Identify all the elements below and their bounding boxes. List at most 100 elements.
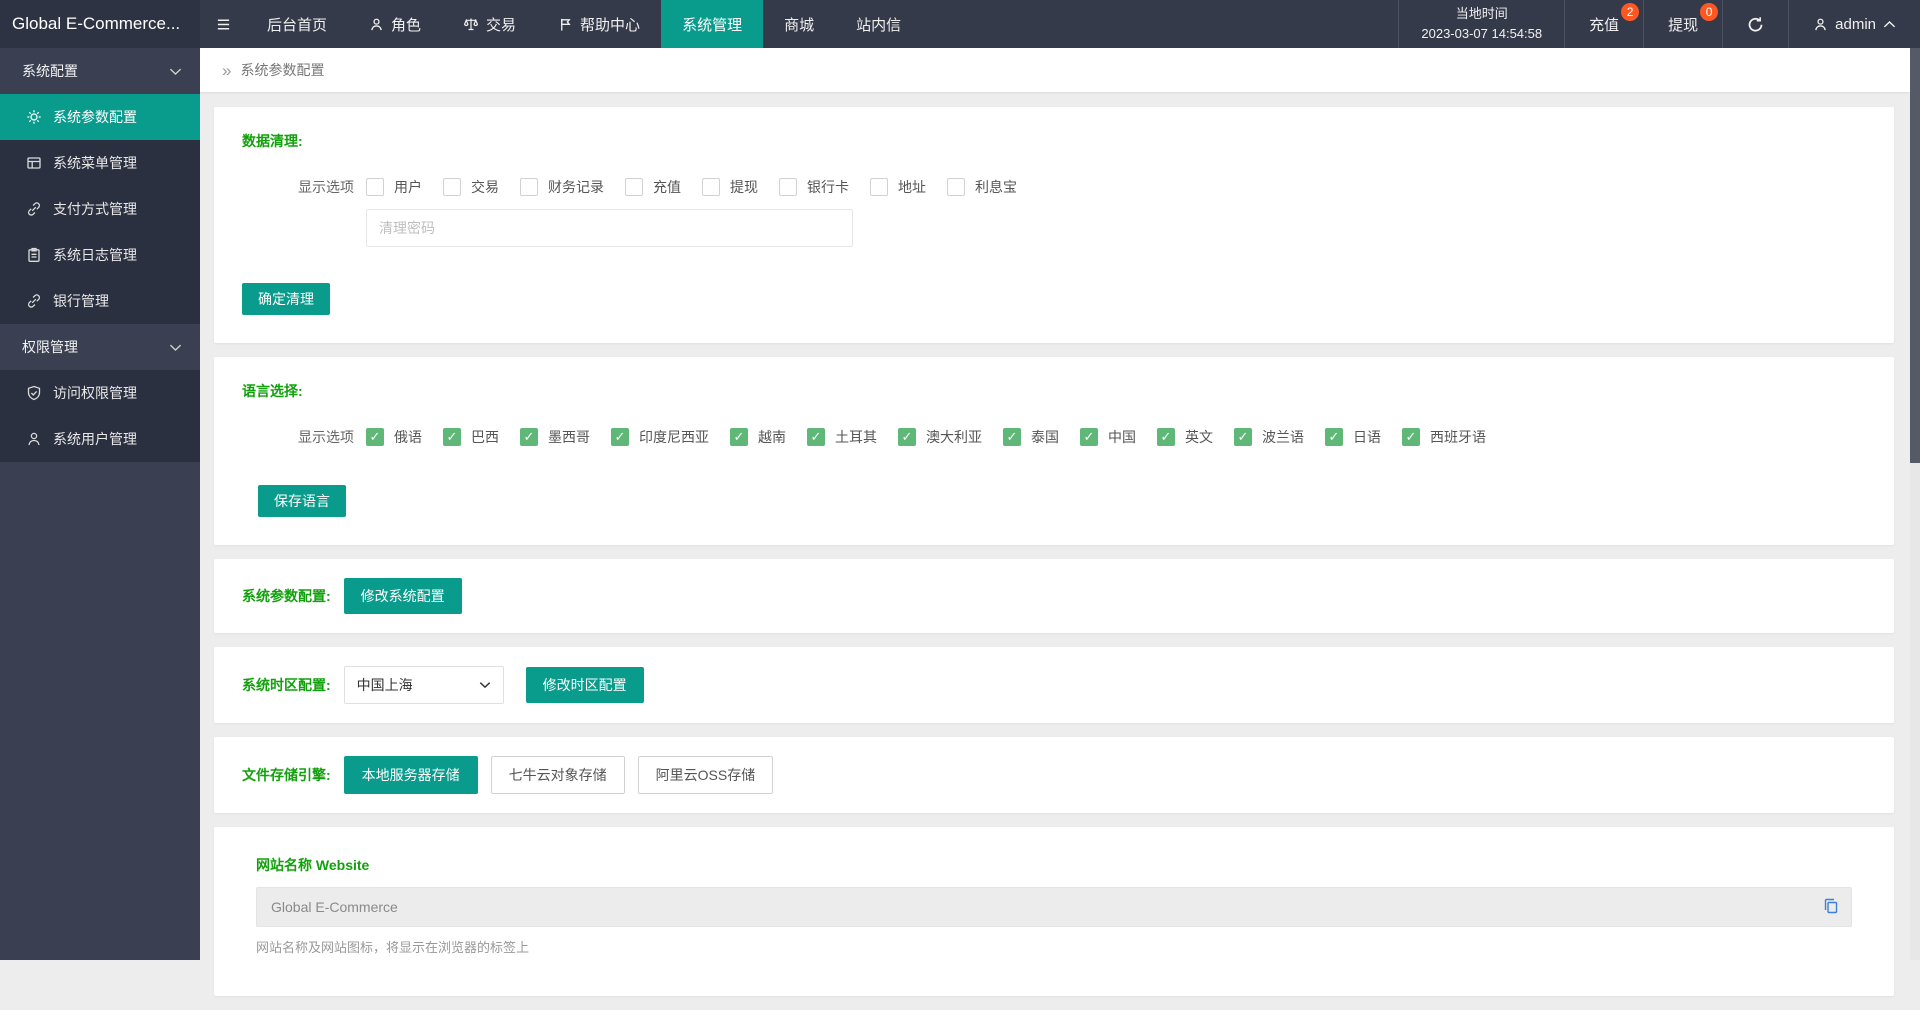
cleanup-option-address[interactable]: 地址 [870, 177, 926, 197]
card-label: 系统参数配置: [242, 586, 331, 606]
nav-label: 后台首页 [267, 14, 327, 35]
user-icon [26, 431, 42, 447]
language-option-turkey[interactable]: 土耳其 [807, 427, 877, 447]
cleanup-password-input[interactable] [366, 209, 853, 247]
modify-timezone-button[interactable]: 修改时区配置 [526, 667, 644, 703]
sidebar-item-system-param-config[interactable]: 系统参数配置 [0, 94, 200, 140]
sidebar-group-permission-management[interactable]: 权限管理 [0, 324, 200, 370]
language-option-spanish[interactable]: 西班牙语 [1402, 427, 1486, 447]
refresh-icon [1747, 16, 1764, 33]
checkbox-checked[interactable] [898, 428, 916, 446]
nav-item-mall[interactable]: 商城 [763, 0, 835, 48]
vertical-scrollbar[interactable] [1910, 48, 1920, 960]
modify-system-config-button[interactable]: 修改系统配置 [344, 578, 462, 614]
user-menu[interactable]: admin [1788, 0, 1920, 48]
checkbox-unchecked[interactable] [947, 178, 965, 196]
checkbox-unchecked[interactable] [779, 178, 797, 196]
nav-item-dashboard[interactable]: 后台首页 [246, 0, 348, 48]
sidebar-item-payment-method-management[interactable]: 支付方式管理 [0, 186, 200, 232]
language-option-indonesia[interactable]: 印度尼西亚 [611, 427, 709, 447]
withdraw-button[interactable]: 提现 0 [1643, 0, 1722, 48]
copy-button[interactable] [1822, 897, 1840, 918]
nav-label: 商城 [784, 14, 814, 35]
sidebar-item-label: 系统用户管理 [53, 429, 137, 449]
checkbox-checked[interactable] [611, 428, 629, 446]
nav-item-roles[interactable]: 角色 [348, 0, 442, 48]
checkbox-label: 墨西哥 [548, 427, 590, 447]
cleanup-option-finance-records[interactable]: 财务记录 [520, 177, 604, 197]
nav-item-transactions[interactable]: 交易 [442, 0, 537, 48]
language-select-card: 语言选择: 显示选项 俄语 巴西 墨西哥 印度尼西亚 越南 [214, 357, 1894, 545]
storage-option-local-server[interactable]: 本地服务器存储 [344, 756, 478, 794]
save-language-button[interactable]: 保存语言 [258, 485, 346, 517]
cleanup-option-bank-card[interactable]: 银行卡 [779, 177, 849, 197]
confirm-cleanup-button[interactable]: 确定清理 [242, 283, 330, 315]
checkbox-checked[interactable] [1325, 428, 1343, 446]
cleanup-option-withdraw[interactable]: 提现 [702, 177, 758, 197]
group-label: 系统配置 [22, 61, 78, 81]
chevron-up-icon [1883, 20, 1896, 29]
sidebar-item-label: 支付方式管理 [53, 199, 137, 219]
nav-item-help-center[interactable]: 帮助中心 [537, 0, 661, 48]
language-option-mexico[interactable]: 墨西哥 [520, 427, 590, 447]
storage-option-qiniu[interactable]: 七牛云对象存储 [491, 756, 625, 794]
language-option-english[interactable]: 英文 [1157, 427, 1213, 447]
checkbox-checked[interactable] [1080, 428, 1098, 446]
language-option-japanese[interactable]: 日语 [1325, 427, 1381, 447]
checkbox-checked[interactable] [366, 428, 384, 446]
sidebar-item-system-menu-management[interactable]: 系统菜单管理 [0, 140, 200, 186]
checkbox-label: 印度尼西亚 [639, 427, 709, 447]
checkbox-label: 巴西 [471, 427, 499, 447]
nav-item-system-management[interactable]: 系统管理 [661, 0, 763, 48]
timezone-card: 系统时区配置: 中国上海 修改时区配置 [214, 647, 1894, 723]
sidebar-item-access-permission-management[interactable]: 访问权限管理 [0, 370, 200, 416]
cleanup-option-users[interactable]: 用户 [366, 177, 422, 197]
checkbox-unchecked[interactable] [520, 178, 538, 196]
checkbox-unchecked[interactable] [366, 178, 384, 196]
nav-item-messages[interactable]: 站内信 [835, 0, 922, 48]
checkbox-checked[interactable] [443, 428, 461, 446]
checkbox-checked[interactable] [730, 428, 748, 446]
sidebar-item-system-log-management[interactable]: 系统日志管理 [0, 232, 200, 278]
site-name-input[interactable] [256, 887, 1852, 927]
checkbox-checked[interactable] [1003, 428, 1021, 446]
window-icon [26, 155, 42, 171]
language-option-brazil[interactable]: 巴西 [443, 427, 499, 447]
nav-label: 站内信 [856, 14, 901, 35]
language-option-thailand[interactable]: 泰国 [1003, 427, 1059, 447]
storage-option-aliyun-oss[interactable]: 阿里云OSS存储 [638, 756, 774, 794]
sidebar-item-system-user-management[interactable]: 系统用户管理 [0, 416, 200, 462]
scrollbar-thumb[interactable] [1910, 48, 1920, 463]
sidebar-item-label: 系统参数配置 [53, 107, 137, 127]
language-option-vietnam[interactable]: 越南 [730, 427, 786, 447]
language-option-china[interactable]: 中国 [1080, 427, 1136, 447]
checkbox-checked[interactable] [807, 428, 825, 446]
checkbox-unchecked[interactable] [870, 178, 888, 196]
checkbox-checked[interactable] [1402, 428, 1420, 446]
language-option-russian[interactable]: 俄语 [366, 427, 422, 447]
sidebar-item-bank-management[interactable]: 银行管理 [0, 278, 200, 324]
checkbox-unchecked[interactable] [443, 178, 461, 196]
link-icon [26, 201, 42, 217]
checkbox-unchecked[interactable] [625, 178, 643, 196]
language-option-polish[interactable]: 波兰语 [1234, 427, 1304, 447]
recharge-button[interactable]: 充值 2 [1564, 0, 1643, 48]
cleanup-option-transactions[interactable]: 交易 [443, 177, 499, 197]
hamburger-menu-button[interactable] [200, 0, 246, 48]
breadcrumb: 系统参数配置 [200, 48, 1910, 92]
sidebar-group-system-config[interactable]: 系统配置 [0, 48, 200, 94]
checkbox-unchecked[interactable] [702, 178, 720, 196]
gear-icon [26, 109, 42, 125]
checkbox-label: 俄语 [394, 427, 422, 447]
cleanup-option-interest[interactable]: 利息宝 [947, 177, 1017, 197]
cleanup-option-recharge[interactable]: 充值 [625, 177, 681, 197]
site-name-card: 网站名称 Website 网站名称及网站图标，将显示在浏览器的标签上 [214, 827, 1894, 996]
flag-icon [558, 17, 573, 32]
checkbox-checked[interactable] [1234, 428, 1252, 446]
checkbox-checked[interactable] [1157, 428, 1175, 446]
timezone-select[interactable]: 中国上海 [344, 666, 504, 704]
language-option-australia[interactable]: 澳大利亚 [898, 427, 982, 447]
refresh-button[interactable] [1722, 0, 1788, 48]
checkbox-checked[interactable] [520, 428, 538, 446]
local-time-label: 当地时间 [1456, 4, 1508, 24]
